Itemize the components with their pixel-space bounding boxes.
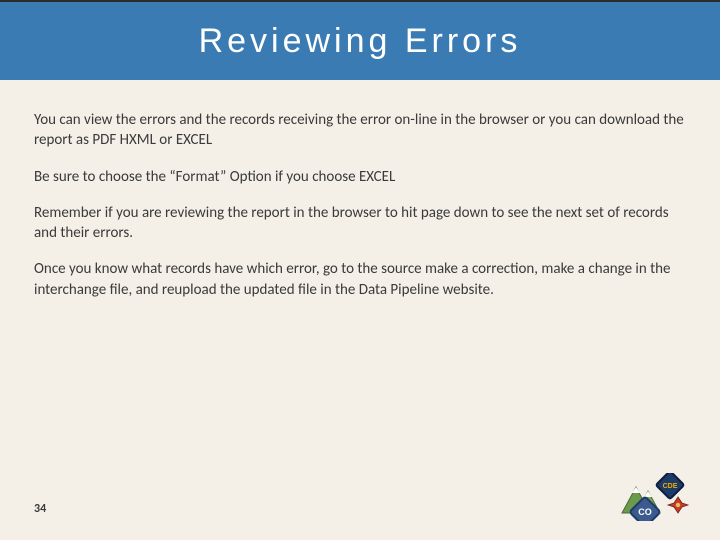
cde-logo: CO CDE	[616, 473, 696, 526]
body-paragraph: Be sure to choose the “Format” Option if…	[34, 167, 686, 187]
logo-cde-text: CDE	[663, 483, 678, 490]
cde-logo-icon: CO CDE	[616, 473, 696, 521]
header-band: Reviewing Errors	[0, 0, 720, 80]
slide-title: Reviewing Errors	[199, 22, 522, 61]
body-paragraph: You can view the errors and the records …	[34, 110, 686, 151]
logo-co-text: CO	[638, 507, 652, 517]
page-number: 34	[34, 502, 46, 516]
body-paragraph: Remember if you are reviewing the report…	[34, 203, 686, 244]
body-paragraph: Once you know what records have which er…	[34, 259, 686, 300]
content-area: You can view the errors and the records …	[0, 80, 720, 300]
